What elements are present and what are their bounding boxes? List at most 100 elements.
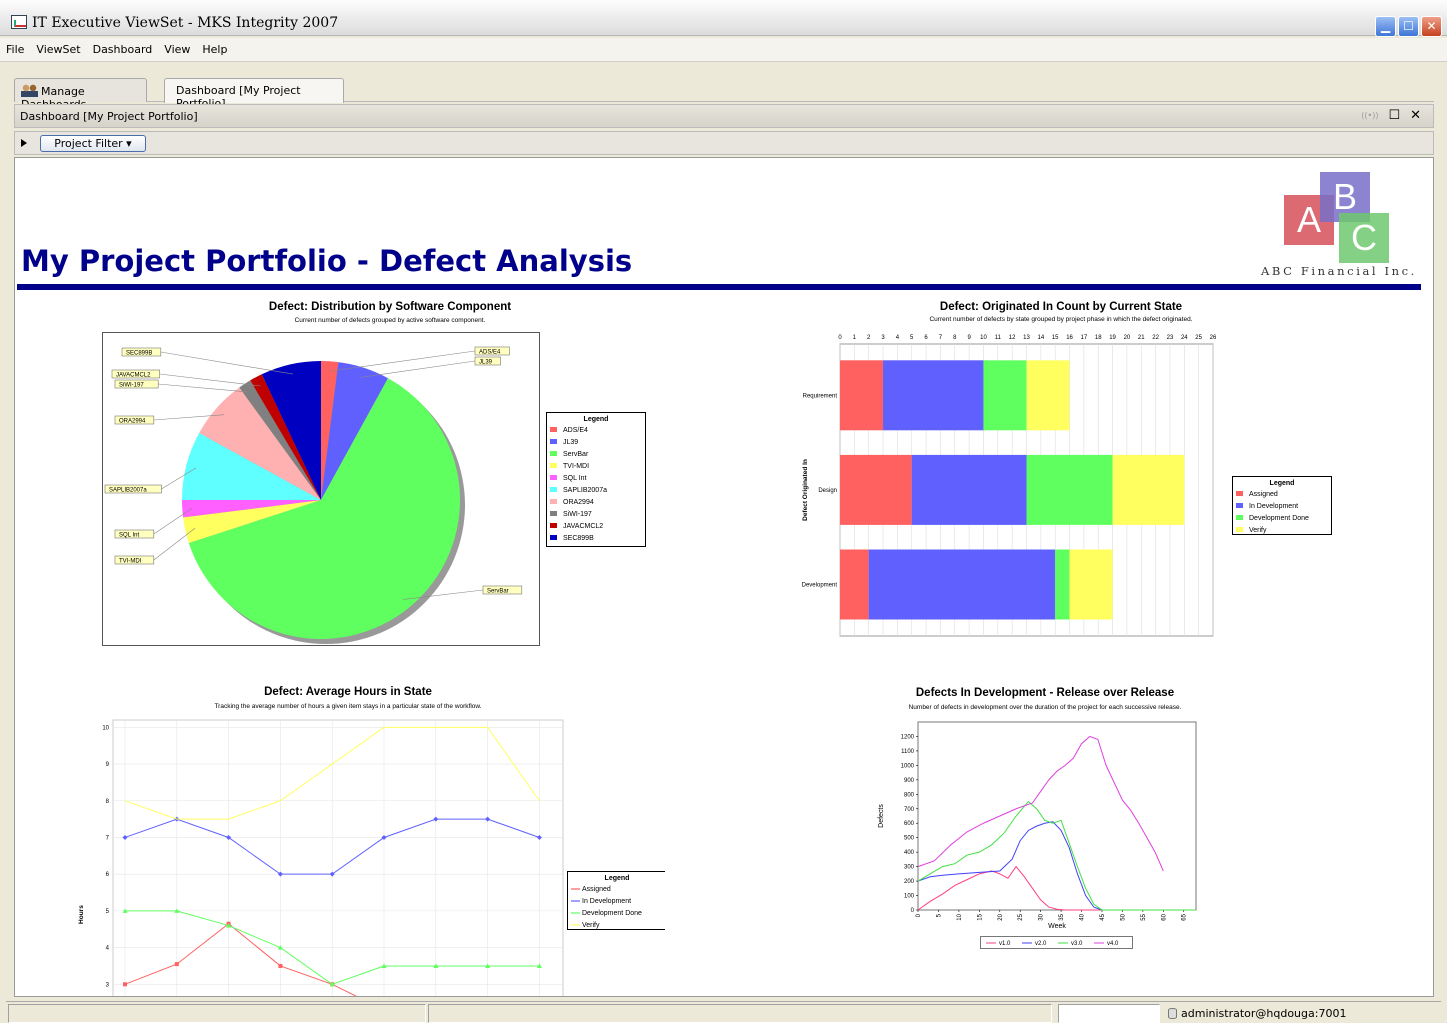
release-x-tick-label: 20 [998, 913, 1004, 920]
release-x-tick-label: 45 [1100, 913, 1106, 920]
release-x-axis-label: Week [1048, 923, 1066, 930]
hbar-chart: 0 1 2 3 4 5 6 7 8 9 10 11 12 13 14 15 16 17 18 19 20 21 22 23 24… [802, 335, 1332, 637]
pie-slice-label: SQL Int [119, 533, 139, 539]
release-y-tick-label: 700 [904, 807, 915, 813]
people-icon [21, 84, 38, 97]
pie-slice-label: TVI-MDI [119, 559, 142, 565]
hbar-tick-label: 11 [995, 335, 1002, 341]
hbar-chart-subtitle: Current number of defects by state group… [929, 316, 1193, 323]
line-tick-label: 8 [106, 799, 110, 805]
pie-legend-swatch [550, 451, 557, 456]
menu-help[interactable]: Help [196, 38, 233, 56]
line-legend-item: Assigned [582, 886, 611, 893]
hbar-tick-label: 22 [1152, 335, 1159, 341]
minimize-button[interactable]: ▁ [1375, 16, 1396, 37]
menu-file[interactable]: File [0, 38, 30, 56]
release-legend-item: v3.0 [1071, 941, 1083, 947]
line-point [174, 962, 179, 967]
pie-legend-item: ADS/E4 [563, 427, 588, 434]
release-x-tick-label: 50 [1120, 913, 1126, 920]
hbar-bar-in-development [883, 360, 984, 431]
project-filter-button[interactable]: Project Filter ▾ [40, 135, 146, 152]
hbar-legend-title: Legend [1270, 480, 1295, 487]
release-x-tick-label: 5 [936, 913, 942, 917]
hbar-tick-label: 23 [1167, 335, 1174, 341]
release-chart-subtitle: Number of defects in development over th… [908, 704, 1182, 711]
close-button[interactable]: ✕ [1421, 16, 1442, 37]
hbar-tick-label: 18 [1095, 335, 1102, 341]
hbar-bar-assigned [840, 454, 912, 525]
release-chart-title: Defects In Development - Release over Re… [915, 687, 1175, 699]
line-y-axis-label: Hours [78, 905, 85, 924]
status-user-text: administrator@hqdouga:7001 [1181, 1007, 1347, 1020]
menu-bar: File ViewSet Dashboard View Help [0, 38, 1447, 62]
hbar-legend-item: Development Done [1249, 515, 1309, 522]
hbar-tick-label: 3 [881, 335, 885, 341]
hbar-legend-swatch [1236, 527, 1243, 532]
line-tick-label: 9 [106, 762, 110, 768]
line-legend-item: Verify [582, 922, 600, 929]
menu-view[interactable]: View [158, 38, 196, 56]
maximize-button[interactable]: ☐ [1398, 16, 1419, 37]
hbar-legend-swatch [1236, 503, 1243, 508]
hbar-bar-verify [1069, 549, 1113, 620]
title-bar[interactable]: IT Executive ViewSet - MKS Integrity 200… [0, 0, 1447, 37]
release-y-tick-label: 0 [911, 908, 915, 914]
release-legend-item: v4.0 [1107, 941, 1119, 947]
pie-chart-title: Defect: Distribution by Software Compone… [268, 301, 512, 313]
maximize-panel-button[interactable]: ☐ [1388, 108, 1400, 123]
release-y-tick-label: 100 [904, 894, 915, 900]
hbar-tick-label: 13 [1023, 335, 1030, 341]
menu-viewset[interactable]: ViewSet [30, 38, 86, 56]
pie-legend-item: JAVACMCL2 [563, 523, 603, 530]
hbar-tick-label: 1 [853, 335, 857, 341]
hbar-tick-label: 21 [1138, 335, 1145, 341]
page-title: My Project Portfolio - Defect Analysis [21, 244, 633, 278]
release-x-tick-label: 15 [977, 913, 983, 920]
line-tick-label: 5 [106, 909, 110, 915]
hbar-tick-label: 26 [1210, 335, 1217, 341]
hbar-bar-verify [1112, 454, 1185, 525]
tab-my-project-portfolio[interactable]: Dashboard [My Project Portfolio] [164, 78, 344, 110]
pie-legend-item: JL39 [563, 439, 578, 446]
filter-bar: Project Filter ▾ [14, 131, 1434, 155]
pie-legend-item: TVI-MDI [563, 463, 589, 470]
broadcast-icon[interactable]: ((•)) [1361, 111, 1378, 120]
release-x-tick-label: 0 [916, 913, 922, 917]
hbar-tick-label: 25 [1195, 335, 1202, 341]
pie-slice-label: ServBar [487, 589, 509, 595]
line-legend-title: Legend [605, 875, 630, 882]
hbar-category-label: Requirement [803, 393, 838, 399]
menu-dashboard[interactable]: Dashboard [87, 38, 159, 56]
hbar-tick-label: 9 [967, 335, 971, 341]
pie-chart: ADS/E4 JL39 ServBar TVI-MDI SQL Int SAPLIB200… [102, 332, 646, 646]
hbar-bar-assigned [840, 549, 869, 620]
pie-slice-label: ORA2994 [119, 419, 146, 425]
hbar-legend-item: In Development [1249, 503, 1298, 510]
hours-line-chart: 3 4 5 6 7 8 9 10 Hours Legend Assigned In Developme… [78, 719, 665, 996]
release-y-tick-label: 600 [904, 821, 915, 827]
hbar-tick-label: 12 [1009, 335, 1016, 341]
line-tick-label: 4 [106, 946, 110, 952]
pie-legend-swatch [550, 439, 557, 444]
pie-legend-title: Legend [584, 416, 609, 423]
pie-legend-item: SQL Int [563, 475, 587, 482]
hbar-bar-verify [1026, 360, 1070, 431]
tab-strip: Manage Dashboards Dashboard [My Project … [14, 78, 1434, 111]
line-legend-item: Development Done [582, 910, 642, 917]
line-point [123, 982, 127, 987]
application-window: IT Executive ViewSet - MKS Integrity 200… [0, 0, 1447, 1023]
pie-legend-swatch [550, 487, 557, 492]
hbar-legend-item: Assigned [1249, 491, 1278, 498]
close-panel-button[interactable]: ✕ [1410, 108, 1421, 123]
hbar-bar-development-done [1055, 549, 1070, 620]
expand-triangle-icon[interactable] [21, 139, 27, 147]
release-y-axis-label: Defects [878, 804, 885, 828]
status-bar: administrator@hqdouga:7001 [6, 1001, 1441, 1023]
pie-slice-label: ADS/E4 [479, 350, 501, 356]
db-cylinder-icon [1168, 1008, 1177, 1019]
pie-legend-swatch [550, 511, 557, 516]
window-title: IT Executive ViewSet - MKS Integrity 200… [32, 15, 339, 31]
tab-manage-dashboards[interactable]: Manage Dashboards [14, 78, 147, 111]
release-x-tick-label: 40 [1080, 913, 1086, 920]
